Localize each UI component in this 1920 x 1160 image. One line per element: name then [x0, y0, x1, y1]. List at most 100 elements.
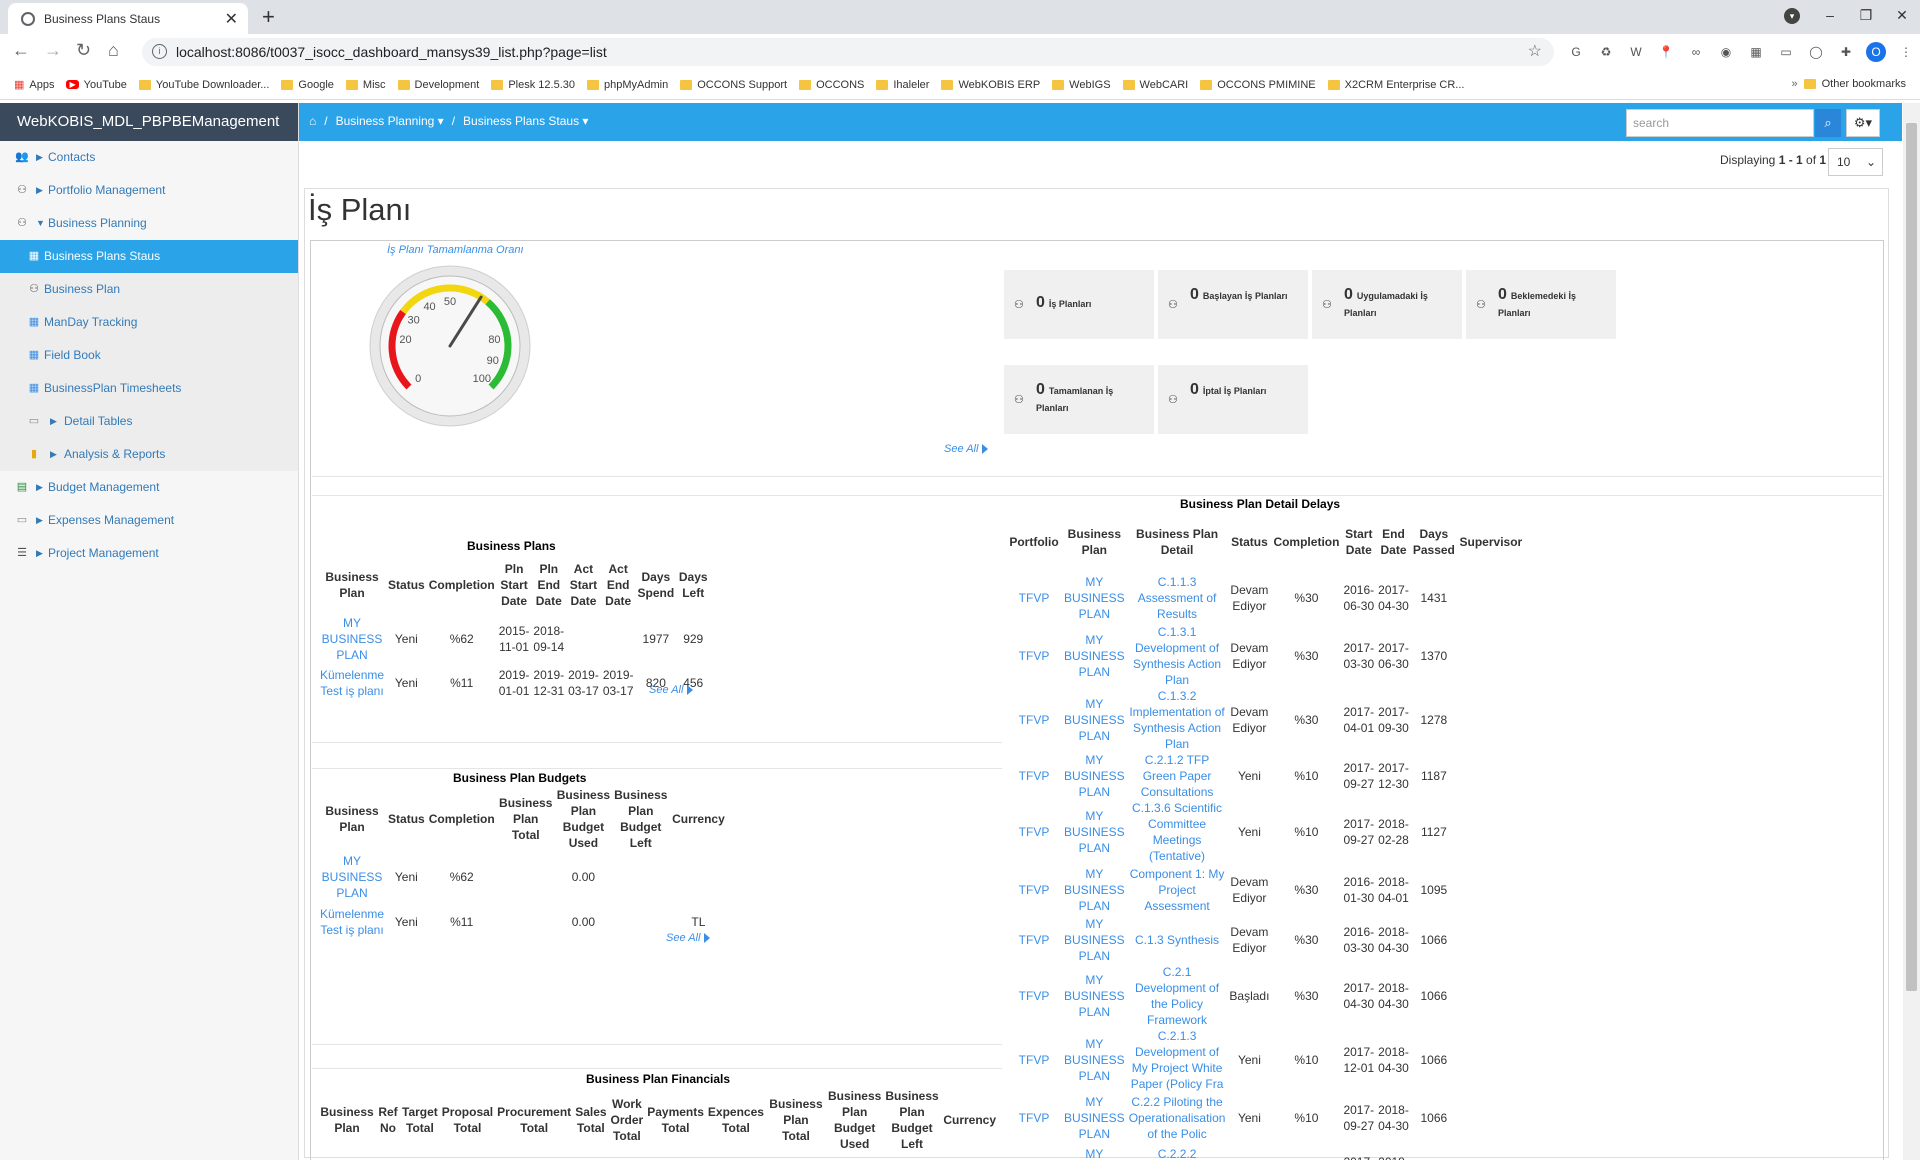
close-tab-icon[interactable]: ✕	[225, 9, 238, 29]
recycle-extension-icon[interactable]: ♻	[1596, 42, 1616, 62]
see-all-link[interactable]: See All	[666, 932, 711, 944]
table-cell[interactable]: TFVP	[1006, 916, 1062, 964]
table-cell[interactable]: C.1.1.3 Assessment of Results	[1127, 572, 1228, 624]
table-cell[interactable]: TFVP	[1006, 752, 1062, 800]
table-cell[interactable]: C.1.3.2 Implementation of Synthesis Acti…	[1127, 688, 1228, 752]
record-extension-icon[interactable]: ▭	[1776, 42, 1796, 62]
pin-extension-icon[interactable]: 📍	[1656, 42, 1676, 62]
table-cell[interactable]: TFVP	[1006, 800, 1062, 864]
table-cell[interactable]: TFVP	[1006, 624, 1062, 688]
sidebar-item-business-planning[interactable]: ⚇ ▼ Business Planning	[0, 207, 298, 240]
settings-dropdown-button[interactable]: ⚙▾	[1846, 109, 1880, 137]
tab-search-icon[interactable]: ▾	[1784, 8, 1800, 24]
stat-box-uygulamadaki-i-planlar[interactable]: ⚇ 0 Uygulamadaki İş Planları	[1312, 270, 1462, 339]
search-input[interactable]: search	[1626, 109, 1814, 137]
bookmark-ihaleler[interactable]: Ihaleler	[876, 78, 929, 91]
see-all-link[interactable]: See All	[649, 684, 694, 696]
table-cell[interactable]: C.2.1.2 TFP Green Paper Consultations	[1127, 752, 1228, 800]
html-extension-icon[interactable]: ▦	[1746, 42, 1766, 62]
app-brand[interactable]: WebKOBIS_MDL_PBPBEManagement	[0, 103, 298, 141]
reload-button[interactable]: ↻	[76, 40, 91, 61]
table-cell[interactable]: C.2.1.3 Development of My Project White …	[1127, 1028, 1228, 1092]
table-cell[interactable]: TFVP	[1006, 1144, 1062, 1160]
table-cell[interactable]: C.2.2.2 Implementation of My Project Pil…	[1127, 1144, 1228, 1160]
stat-box-i-planlar[interactable]: ⚇ 0 İş Planları	[1004, 270, 1154, 339]
bookmark-occons[interactable]: OCCONS	[799, 78, 864, 91]
table-cell[interactable]: Component 1: My Project Assessment	[1127, 864, 1228, 916]
table-cell[interactable]: MY BUSINESS PLAN	[318, 851, 386, 903]
search-button[interactable]: ⌕	[1815, 109, 1841, 137]
puzzle-extensions-icon[interactable]: ✚	[1836, 42, 1856, 62]
table-cell[interactable]: C.2.1 Development of the Policy Framewor…	[1127, 964, 1228, 1028]
bookmark-plesk-12-5-30[interactable]: Plesk 12.5.30	[491, 78, 575, 91]
avatar-extension-icon[interactable]: ◯	[1806, 42, 1826, 62]
minimize-button[interactable]: –	[1812, 0, 1848, 34]
table-cell[interactable]: MY BUSINESS PLAN	[318, 614, 386, 664]
bookmark-occons-pmimine[interactable]: OCCONS PMIMINE	[1200, 78, 1316, 91]
table-cell[interactable]: Kümelenme Test iş planı	[318, 664, 386, 702]
restore-button[interactable]: ❐	[1848, 0, 1884, 34]
table-cell[interactable]: MY BUSINESS PLAN	[1062, 1092, 1127, 1144]
bookmark-webkobis-erp[interactable]: WebKOBIS ERP	[941, 78, 1040, 91]
table-cell[interactable]: TFVP	[1006, 864, 1062, 916]
table-cell[interactable]: C.1.3 Synthesis	[1127, 916, 1228, 964]
stat-box-tamamlanan-i-planlar[interactable]: ⚇ 0 Tamamlanan İş Planları	[1004, 365, 1154, 434]
home-icon[interactable]: ⌂	[309, 114, 316, 128]
table-cell[interactable]: C.2.2 Piloting the Operationalisation of…	[1127, 1092, 1228, 1144]
table-cell[interactable]: MY BUSINESS PLAN	[1062, 964, 1127, 1028]
sidebar-item-analysis-reports[interactable]: ▮ ▶ Analysis & Reports	[0, 438, 298, 471]
table-cell[interactable]: TFVP	[1006, 1092, 1062, 1144]
bookmark-google[interactable]: Google	[281, 78, 334, 91]
new-tab-button[interactable]: +	[262, 4, 275, 30]
table-cell[interactable]: MY BUSINESS PLAN	[1062, 572, 1127, 624]
browser-tab[interactable]: Business Plans Staus ✕	[8, 3, 248, 34]
bookmark-development[interactable]: Development	[397, 78, 479, 91]
link-extension-icon[interactable]: ∞	[1686, 42, 1706, 62]
table-cell[interactable]: MY BUSINESS PLAN	[1062, 864, 1127, 916]
table-cell[interactable]: MY BUSINESS PLAN	[1062, 800, 1127, 864]
other-bookmarks[interactable]: » Other bookmarks	[1792, 78, 1907, 90]
sidebar-item-manday-tracking[interactable]: ▦ ManDay Tracking	[0, 306, 298, 339]
bookmark-youtube-downloader[interactable]: YouTube Downloader...	[138, 78, 269, 91]
back-button[interactable]: ←	[12, 40, 30, 61]
table-cell[interactable]: Kümelenme Test iş planı	[318, 903, 386, 941]
sidebar-item-businessplan-timesheets[interactable]: ▦ BusinessPlan Timesheets	[0, 372, 298, 405]
table-cell[interactable]: MY BUSINESS PLAN	[1062, 752, 1127, 800]
sidebar-item-contacts[interactable]: 👥 ▶ Contacts	[0, 141, 298, 174]
stat-box-beklemedeki-i-planlar[interactable]: ⚇ 0 Beklemedeki İş Planları	[1466, 270, 1616, 339]
sidebar-item-portfolio-management[interactable]: ⚇ ▶ Portfolio Management	[0, 174, 298, 207]
bookmark-misc[interactable]: Misc	[345, 78, 386, 91]
table-cell[interactable]: TFVP	[1006, 1028, 1062, 1092]
sidebar-item-budget-management[interactable]: ▤ ▶ Budget Management	[0, 471, 298, 504]
profile-avatar[interactable]: O	[1866, 42, 1886, 62]
sidebar-item-expenses-management[interactable]: ▭ ▶ Expenses Management	[0, 504, 298, 537]
breadcrumb-business-plans-staus[interactable]: Business Plans Staus ▾	[463, 114, 588, 128]
url-field[interactable]: i localhost:8086/t0037_isocc_dashboard_m…	[142, 38, 1554, 66]
sidebar-item-field-book[interactable]: ▦ Field Book	[0, 339, 298, 372]
forward-button[interactable]: →	[44, 40, 62, 61]
vertical-scrollbar[interactable]	[1903, 103, 1920, 1160]
table-cell[interactable]: TFVP	[1006, 572, 1062, 624]
breadcrumb-business-planning[interactable]: Business Planning ▾	[336, 114, 444, 128]
table-cell[interactable]: MY BUSINESS PLAN	[1062, 1028, 1127, 1092]
circle-extension-icon[interactable]: ◉	[1716, 42, 1736, 62]
close-window-button[interactable]: ✕	[1884, 0, 1920, 34]
table-cell[interactable]: MY BUSINESS PLAN	[1062, 1144, 1127, 1160]
sidebar-item-detail-tables[interactable]: ▭ ▶ Detail Tables	[0, 405, 298, 438]
translate-extension-icon[interactable]: G	[1566, 42, 1586, 62]
sidebar-item-business-plans-staus[interactable]: ▦ Business Plans Staus	[0, 240, 298, 273]
bookmark-webigs[interactable]: WebIGS	[1052, 78, 1111, 91]
wiki-extension-icon[interactable]: W	[1626, 42, 1646, 62]
bookmark-youtube[interactable]: ▶ YouTube	[66, 78, 127, 91]
stat-box-ba-layan-i-planlar[interactable]: ⚇ 0 Başlayan İş Planları	[1158, 270, 1308, 339]
table-cell[interactable]: TFVP	[1006, 964, 1062, 1028]
table-cell[interactable]: TFVP	[1006, 688, 1062, 752]
see-all-link[interactable]: See All	[944, 443, 989, 455]
scrollbar-thumb[interactable]	[1906, 123, 1917, 991]
home-button[interactable]: ⌂	[108, 40, 119, 61]
sidebar-item-project-management[interactable]: ☰ ▶ Project Management	[0, 537, 298, 570]
table-cell[interactable]: MY BUSINESS PLAN	[1062, 688, 1127, 752]
table-cell[interactable]: MY BUSINESS PLAN	[1062, 624, 1127, 688]
bookmark-star-icon[interactable]: ☆	[1528, 41, 1542, 61]
table-cell[interactable]: C.1.3.6 Scientific Committee Meetings (T…	[1127, 800, 1228, 864]
